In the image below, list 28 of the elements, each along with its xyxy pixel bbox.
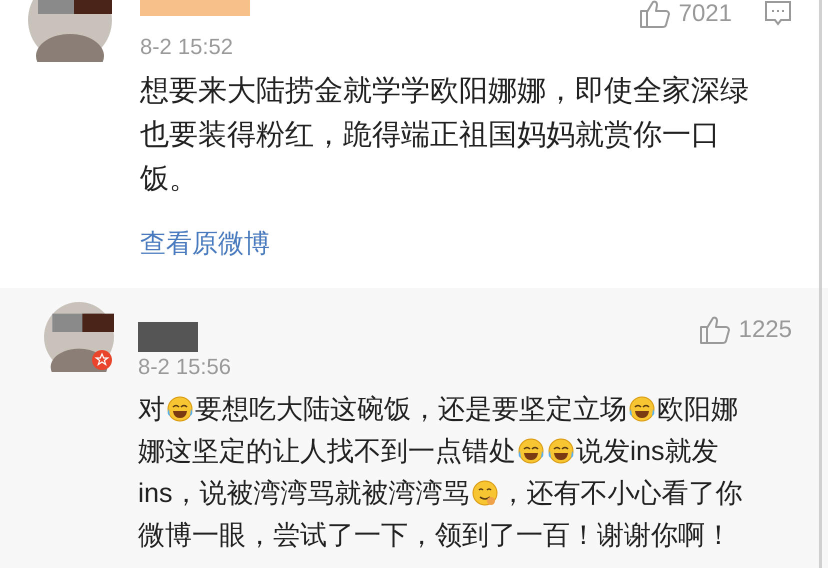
like-count: 7021 (678, 0, 732, 29)
like-count: 1225 (738, 315, 792, 345)
laughing-tears-emoji-icon (517, 437, 545, 465)
comment-text: 娜这坚定的让人找不到一点错处 (138, 434, 516, 468)
timestamp: 8-2 15:52 (140, 36, 233, 58)
comment-text: ，还有不小心看了你 (500, 476, 743, 510)
laughing-tears-emoji-icon (166, 395, 194, 423)
comment-text: 要想吃大陆这碗饭，还是要坚定立场 (195, 392, 627, 426)
comment-text: 欧阳娜 (657, 392, 738, 426)
avatar[interactable] (44, 302, 114, 372)
comment-icon[interactable] (764, 0, 792, 28)
comment-text: ins，说被湾湾骂就被湾湾骂 (138, 476, 470, 510)
comment-text: 也要装得粉红，跪得端正祖国妈妈就赏你一口 (140, 118, 720, 154)
scrollbar[interactable] (819, 0, 822, 568)
avatar[interactable] (28, 0, 112, 62)
thumbs-up-icon[interactable] (698, 315, 731, 345)
smiling-face-emoji-icon (470, 479, 499, 507)
comment-text: 想要来大陆捞金就学学欧阳娜娜，即使全家深绿 (140, 74, 749, 110)
comment-text: 饭。 (140, 162, 198, 198)
thumbs-up-icon[interactable] (638, 0, 671, 29)
redacted-name (138, 322, 198, 352)
comment-text: 对 (138, 392, 165, 426)
view-original-link[interactable]: 查看原微博 (140, 224, 270, 263)
timestamp: 8-2 15:56 (138, 356, 231, 378)
comment-text: 微博一眼，尝试了一下，领到了一百！谢谢你啊！ (138, 518, 732, 552)
laughing-tears-emoji-icon (547, 437, 575, 465)
laughing-tears-emoji-icon (628, 395, 656, 423)
comment-text: 说发ins就发 (576, 434, 719, 468)
